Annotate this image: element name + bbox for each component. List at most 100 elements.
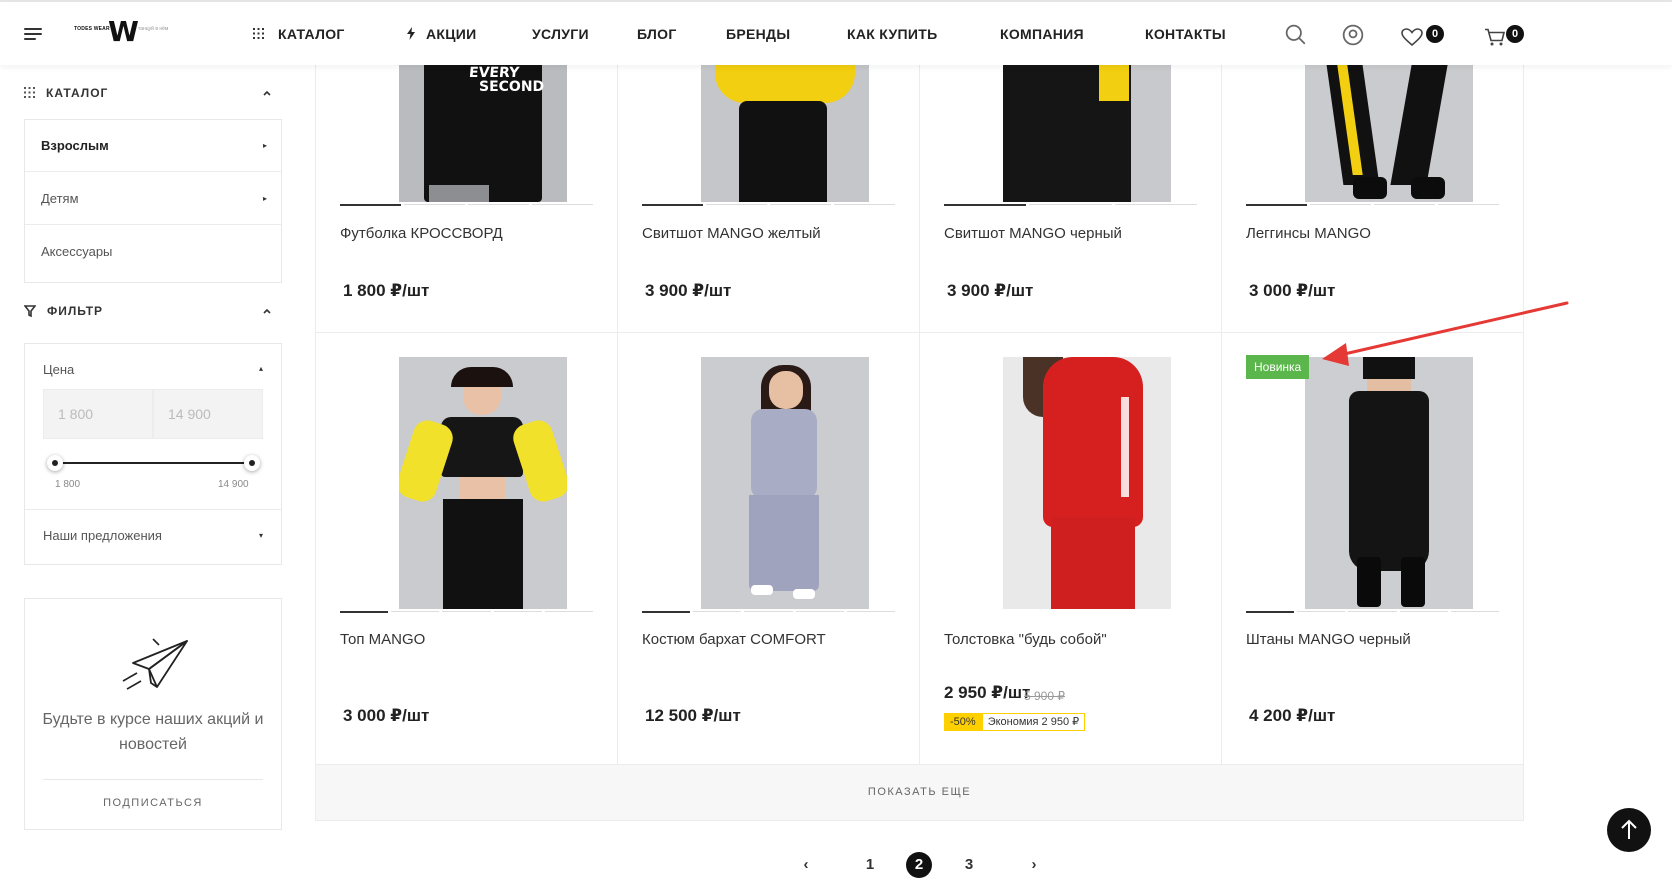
image-pagination-dots[interactable] (1246, 611, 1500, 613)
chevron-right-icon: ▸ (262, 141, 267, 150)
image-pagination-dots[interactable] (340, 204, 593, 206)
logo-letter: W (108, 15, 139, 48)
product-card[interactable]: Свитшот MANGO желтый 3 900 ₽/шт (618, 65, 920, 333)
product-name[interactable]: Костюм бархат COMFORT (642, 631, 826, 648)
sidebar-filter-title[interactable]: ФИЛЬТР (47, 304, 103, 318)
divider (43, 779, 263, 780)
product-price: 3 900 ₽/шт (947, 281, 1034, 300)
show-more-button[interactable]: ПОКАЗАТЬ ЕЩЕ (315, 764, 1524, 821)
nav-company[interactable]: КОМПАНИЯ (1000, 26, 1084, 42)
nav-how-to-buy[interactable]: КАК КУПИТЬ (847, 26, 937, 42)
catalog-menu: Взрослым ▸ Детям ▸ Аксессуары (24, 119, 282, 283)
product-image[interactable]: EVERY SECOND (399, 65, 567, 202)
product-name[interactable]: Леггинсы MANGO (1246, 225, 1371, 242)
product-image[interactable] (1003, 357, 1171, 609)
nav-services[interactable]: УСЛУГИ (532, 26, 589, 42)
image-pagination-dots[interactable] (340, 611, 594, 613)
lightning-icon (407, 27, 415, 40)
nav-contacts[interactable]: КОНТАКТЫ (1145, 26, 1226, 42)
image-pagination-dots[interactable] (642, 204, 895, 206)
site-header: TODES WEAR W танцуй в нём КАТАЛОГ АКЦИИ … (0, 2, 1672, 65)
cart-icon[interactable] (1484, 26, 1506, 48)
chevron-up-icon[interactable] (262, 88, 272, 98)
sidebar-item-adults[interactable]: Взрослым ▸ (25, 120, 281, 172)
pagination-prev[interactable]: ‹ (793, 852, 819, 878)
image-pagination-dots[interactable] (944, 611, 1197, 613)
product-price: 4 200 ₽/шт (1249, 706, 1336, 725)
product-name[interactable]: Топ MANGO (340, 631, 425, 648)
caret-up-icon[interactable]: ▴ (259, 364, 263, 373)
nav-sales[interactable]: АКЦИИ (426, 26, 477, 42)
pagination-page-1[interactable]: 1 (857, 852, 883, 878)
price-slider-track[interactable] (53, 462, 253, 464)
heart-icon[interactable] (1401, 26, 1423, 48)
pagination-next[interactable]: › (1021, 852, 1047, 878)
product-image[interactable] (399, 357, 567, 609)
product-name[interactable]: Футболка КРОССВОРД (340, 225, 503, 242)
pagination-page-2[interactable]: 2 (906, 852, 932, 878)
sidebar-item-label: Детям (41, 191, 79, 206)
product-card[interactable]: Свитшот MANGO черный 3 900 ₽/шт (920, 65, 1222, 333)
price-filter-label[interactable]: Цена (43, 362, 74, 377)
grid-icon (253, 28, 264, 39)
nav-brands[interactable]: БРЕНДЫ (726, 26, 790, 42)
product-card[interactable]: Леггинсы MANGO 3 000 ₽/шт (1222, 65, 1524, 333)
product-price: 3 000 ₽/шт (343, 706, 430, 725)
product-card[interactable]: Новинка Штаны MANGO черный 4 200 ₽/шт (1222, 333, 1524, 764)
catalog-grid-icon (24, 87, 35, 98)
image-pagination-dots[interactable] (944, 204, 1197, 206)
savings-amount: Экономия 2 950 ₽ (981, 713, 1086, 731)
arrow-up-icon (1621, 819, 1637, 839)
favorites-count-badge: 0 (1426, 25, 1444, 43)
subscribe-text: Будьте в курсе наших акций и новостей (42, 711, 264, 753)
offers-filter[interactable]: Наши предложения ▾ (25, 509, 281, 561)
sidebar-catalog-title[interactable]: КАТАЛОГ (46, 86, 108, 100)
nav-catalog[interactable]: КАТАЛОГ (278, 26, 345, 42)
chevron-up-icon[interactable] (262, 306, 272, 316)
burger-menu-icon[interactable] (24, 28, 42, 40)
pagination-page-3[interactable]: 3 (956, 852, 982, 878)
chevron-right-icon: ▸ (262, 194, 267, 203)
product-price: 12 500 ₽/шт (645, 706, 741, 725)
logo-wordmark: TODES WEAR (74, 26, 110, 32)
logo[interactable]: TODES WEAR W танцуй в нём (74, 15, 184, 48)
price-min-placeholder: 1 800 (58, 406, 94, 422)
product-card[interactable]: EVERY SECOND Футболка КРОССВОРД 1 800 ₽/… (316, 65, 618, 333)
product-image[interactable] (1305, 65, 1473, 202)
filter-panel: Цена ▴ 1 800 14 900 1 800 14 900 Наши пр… (24, 343, 282, 565)
offers-filter-label: Наши предложения (43, 528, 162, 543)
product-card[interactable]: Костюм бархат COMFORT 12 500 ₽/шт (618, 333, 920, 764)
price-min-input[interactable]: 1 800 (43, 389, 153, 439)
product-price: 3 000 ₽/шт (1249, 281, 1336, 300)
product-image[interactable] (1003, 65, 1171, 202)
product-card[interactable]: Толстовка "будь собой" 2 950 ₽/шт 5 900 … (920, 333, 1222, 764)
image-pagination-dots[interactable] (642, 611, 896, 613)
product-image[interactable] (1305, 357, 1473, 609)
old-price: 5 900 ₽ (1024, 689, 1065, 703)
sidebar-item-accessories[interactable]: Аксессуары (25, 226, 281, 278)
scroll-to-top-button[interactable] (1607, 808, 1651, 852)
price-slider-min-handle[interactable] (47, 455, 63, 471)
price-max-input[interactable]: 14 900 (153, 389, 263, 439)
product-image[interactable] (701, 65, 869, 202)
price-slider-max-handle[interactable] (244, 455, 260, 471)
caret-down-icon: ▾ (258, 531, 263, 540)
paper-plane-icon (122, 638, 188, 690)
product-name[interactable]: Свитшот MANGO черный (944, 225, 1122, 242)
new-badge: Новинка (1246, 355, 1310, 379)
product-name[interactable]: Толстовка "будь собой" (944, 631, 1107, 648)
product-card[interactable]: Топ MANGO 3 000 ₽/шт (316, 333, 618, 764)
product-name[interactable]: Свитшот MANGO желтый (642, 225, 821, 242)
product-name[interactable]: Штаны MANGO черный (1246, 631, 1411, 648)
slider-max-value: 14 900 (218, 479, 249, 490)
price-max-placeholder: 14 900 (168, 406, 211, 422)
subscribe-button[interactable]: ПОДПИСАТЬСЯ (25, 797, 281, 809)
product-image[interactable] (701, 357, 869, 609)
logo-tagline: танцуй в нём (138, 26, 169, 32)
search-icon[interactable] (1285, 24, 1307, 46)
nav-blog[interactable]: БЛОГ (637, 26, 677, 42)
image-pagination-dots[interactable] (1246, 204, 1499, 206)
sidebar-item-kids[interactable]: Детям ▸ (25, 173, 281, 225)
user-icon[interactable] (1342, 24, 1364, 46)
filter-icon (24, 305, 36, 317)
